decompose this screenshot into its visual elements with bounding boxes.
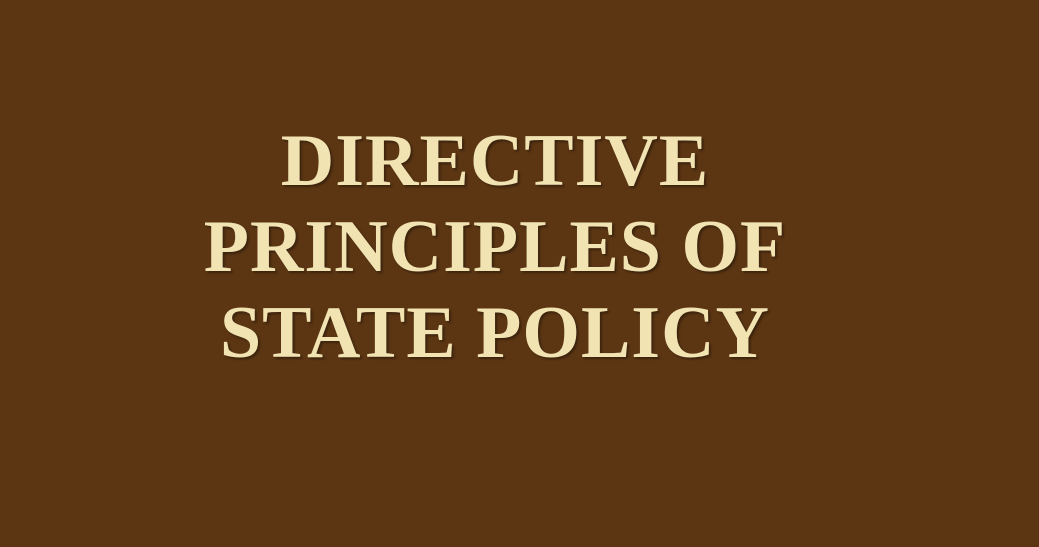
title-line-1: DIRECTIVE: [280, 120, 710, 202]
title-card: DIRECTIVE PRINCIPLES OF STATE POLICY: [0, 0, 1039, 547]
title-line-3: STATE POLICY: [220, 292, 770, 374]
title-line-2: PRINCIPLES OF: [203, 206, 787, 288]
title-heading: DIRECTIVE PRINCIPLES OF STATE POLICY: [0, 118, 990, 376]
